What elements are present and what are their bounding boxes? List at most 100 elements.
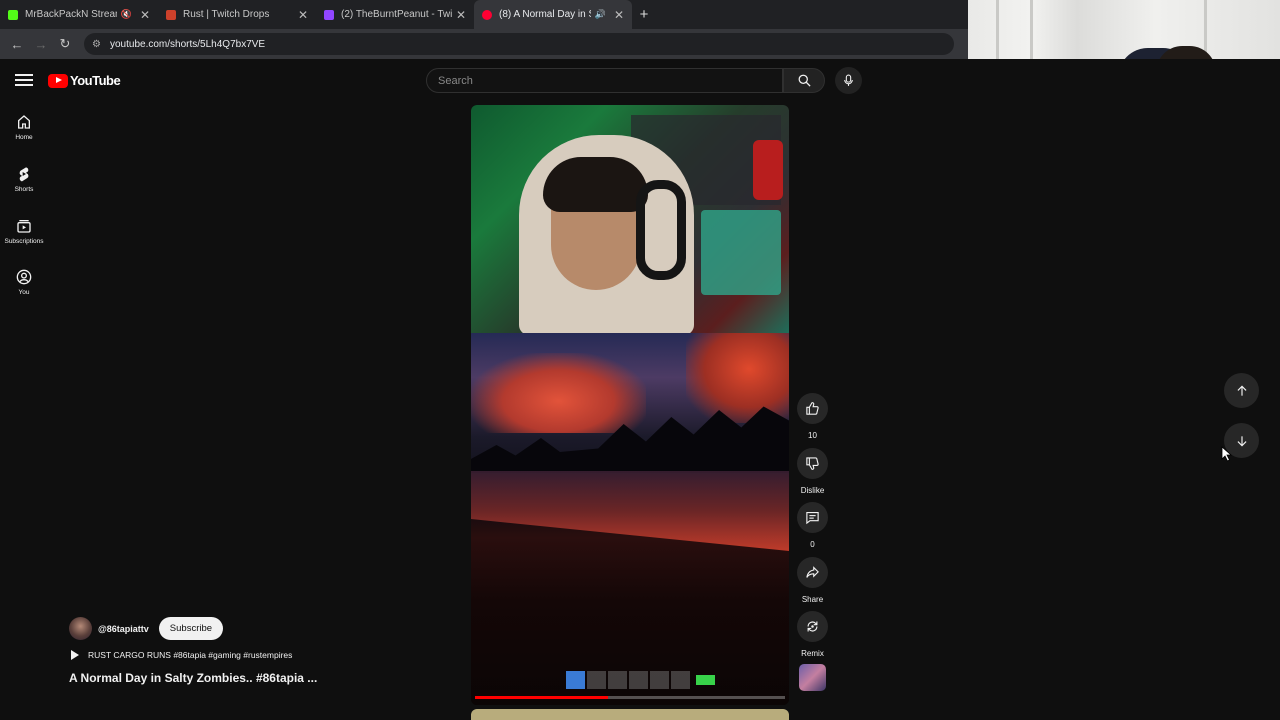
description-text: RUST CARGO RUNS #86tapia #gaming #rustem… [88, 650, 293, 660]
close-tab-icon[interactable]: ✕ [614, 8, 624, 22]
hotbar-slot [671, 671, 690, 689]
like-button-circle[interactable] [797, 393, 828, 424]
like-count: 10 [808, 431, 817, 440]
thumbs-down-icon [806, 457, 819, 470]
rust-favicon-icon [166, 9, 176, 20]
close-tab-icon[interactable]: ✕ [140, 8, 150, 22]
sidebar-item-you[interactable]: You [0, 269, 48, 296]
description-row[interactable]: RUST CARGO RUNS #86tapia #gaming #rustem… [71, 650, 317, 660]
url-text: youtube.com/shorts/5Lh4Q7bx7VE [110, 38, 266, 50]
channel-avatar[interactable] [69, 617, 92, 640]
voice-search-button[interactable] [835, 67, 862, 94]
address-bar[interactable]: ⚙ youtube.com/shorts/5Lh4Q7bx7VE [84, 33, 954, 55]
sidebar-item-home[interactable]: Home [0, 114, 48, 141]
speaker-icon[interactable]: 🔊 [595, 9, 606, 20]
video-progress-fill [475, 696, 609, 699]
sidebar-item-label: You [18, 289, 30, 296]
headset [636, 180, 686, 280]
tab-title: Rust | Twitch Drops [183, 9, 270, 20]
tab-title: (2) TheBurntPeanut - Twitch [341, 9, 452, 20]
share-button[interactable]: Share [797, 557, 828, 604]
dislike-button[interactable]: Dislike [797, 448, 828, 495]
tab-title: (8) A Normal Day in Salty Z [499, 9, 591, 20]
sidebar-item-label: Home [15, 134, 33, 141]
sidebar-item-label: Shorts [14, 186, 34, 193]
short-metadata: @86tapiattv Subscribe RUST CARGO RUNS #8… [69, 617, 317, 685]
video-progress-bar[interactable] [475, 696, 785, 699]
shorts-video-player[interactable] [471, 105, 789, 705]
back-arrow-icon[interactable]: ← [6, 33, 28, 55]
search-button[interactable] [783, 68, 825, 93]
remix-button[interactable]: Remix [797, 611, 828, 658]
reload-icon[interactable]: ↻ [54, 33, 76, 55]
comment-count: 0 [810, 540, 815, 549]
youtube-wordmark: YouTube [70, 73, 121, 88]
comment-icon [806, 511, 819, 525]
browser-tab[interactable]: Rust | Twitch Drops ✕ [158, 0, 316, 29]
youtube-logo[interactable]: YouTube [48, 73, 121, 88]
hotbar-slot [629, 671, 648, 689]
play-triangle-icon [71, 650, 79, 660]
thumbs-up-icon [806, 402, 819, 415]
browser-tab-active[interactable]: (8) A Normal Day in Salty Z 🔊 ✕ [474, 0, 632, 29]
search-placeholder: Search [438, 74, 473, 87]
youtube-page: YouTube Search Home Shorts Subscriptions… [0, 59, 1280, 720]
forward-arrow-icon[interactable]: → [30, 33, 52, 55]
site-info-icon[interactable]: ⚙ [92, 39, 104, 50]
next-short-preview[interactable] [471, 709, 789, 720]
background-light [701, 210, 781, 295]
channel-handle[interactable]: @86tapiattv [98, 624, 149, 634]
browser-tab[interactable]: (2) TheBurntPeanut - Twitch ✕ [316, 0, 474, 29]
search-input[interactable]: Search [426, 68, 783, 93]
hotbar-slot [566, 671, 585, 689]
close-tab-icon[interactable]: ✕ [298, 8, 308, 22]
video-title[interactable]: A Normal Day in Salty Zombies.. #86tapia… [69, 671, 317, 685]
muted-speaker-icon[interactable]: 🔇 [121, 9, 132, 20]
new-tab-button[interactable]: + [632, 0, 656, 29]
sidebar-item-label: Subscriptions [4, 238, 44, 245]
dislike-label: Dislike [800, 486, 825, 495]
comments-button[interactable]: 0 [797, 502, 828, 549]
previous-short-button[interactable] [1224, 373, 1259, 408]
screen: MrBackPackN Stream - War 🔇 ✕ Rust | Twit… [0, 0, 1280, 720]
you-icon [16, 269, 32, 285]
remix-icon [807, 621, 818, 632]
hotbar-slot [608, 671, 627, 689]
sunset-cloud [686, 333, 789, 423]
share-button-circle[interactable] [797, 557, 828, 588]
comments-button-circle[interactable] [797, 502, 828, 533]
hamburger-menu-icon[interactable] [15, 71, 33, 89]
channel-row: @86tapiattv Subscribe [69, 617, 317, 640]
hotbar-slot [650, 671, 669, 689]
mouse-cursor-icon [1221, 446, 1233, 462]
like-button[interactable]: 10 [797, 393, 828, 440]
close-tab-icon[interactable]: ✕ [456, 8, 466, 22]
remix-button-circle[interactable] [797, 611, 828, 642]
shorts-icon [19, 167, 29, 182]
dislike-button-circle[interactable] [797, 448, 828, 479]
background-object [753, 140, 783, 200]
subscriptions-icon [17, 220, 31, 233]
sidebar-item-subscriptions[interactable]: Subscriptions [0, 218, 48, 245]
subscribe-button[interactable]: Subscribe [158, 617, 224, 640]
lake-reflection [471, 471, 789, 551]
sunset-cloud [471, 353, 646, 433]
share-label: Share [801, 595, 824, 604]
youtube-play-icon [48, 73, 68, 88]
browser-toolbar: ← → ↻ ⚙ youtube.com/shorts/5Lh4Q7bx7VE [0, 29, 968, 59]
sound-source-thumbnail[interactable] [799, 664, 826, 691]
twitch-favicon-icon [324, 9, 334, 20]
browser-tab[interactable]: MrBackPackN Stream - War 🔇 ✕ [0, 0, 158, 29]
microphone-icon [844, 74, 853, 86]
browser-tab-strip: MrBackPackN Stream - War 🔇 ✕ Rust | Twit… [0, 0, 968, 29]
kick-favicon-icon [8, 9, 18, 20]
hotbar-slot [587, 671, 606, 689]
gameplay-footage [471, 333, 789, 705]
creator-hair [543, 157, 648, 212]
sidebar-item-shorts[interactable]: Shorts [0, 166, 48, 193]
home-icon [18, 115, 30, 129]
remix-label: Remix [801, 649, 824, 658]
arrow-up-icon [1237, 385, 1246, 396]
youtube-favicon-icon [482, 9, 492, 20]
arrow-down-icon [1237, 435, 1246, 446]
